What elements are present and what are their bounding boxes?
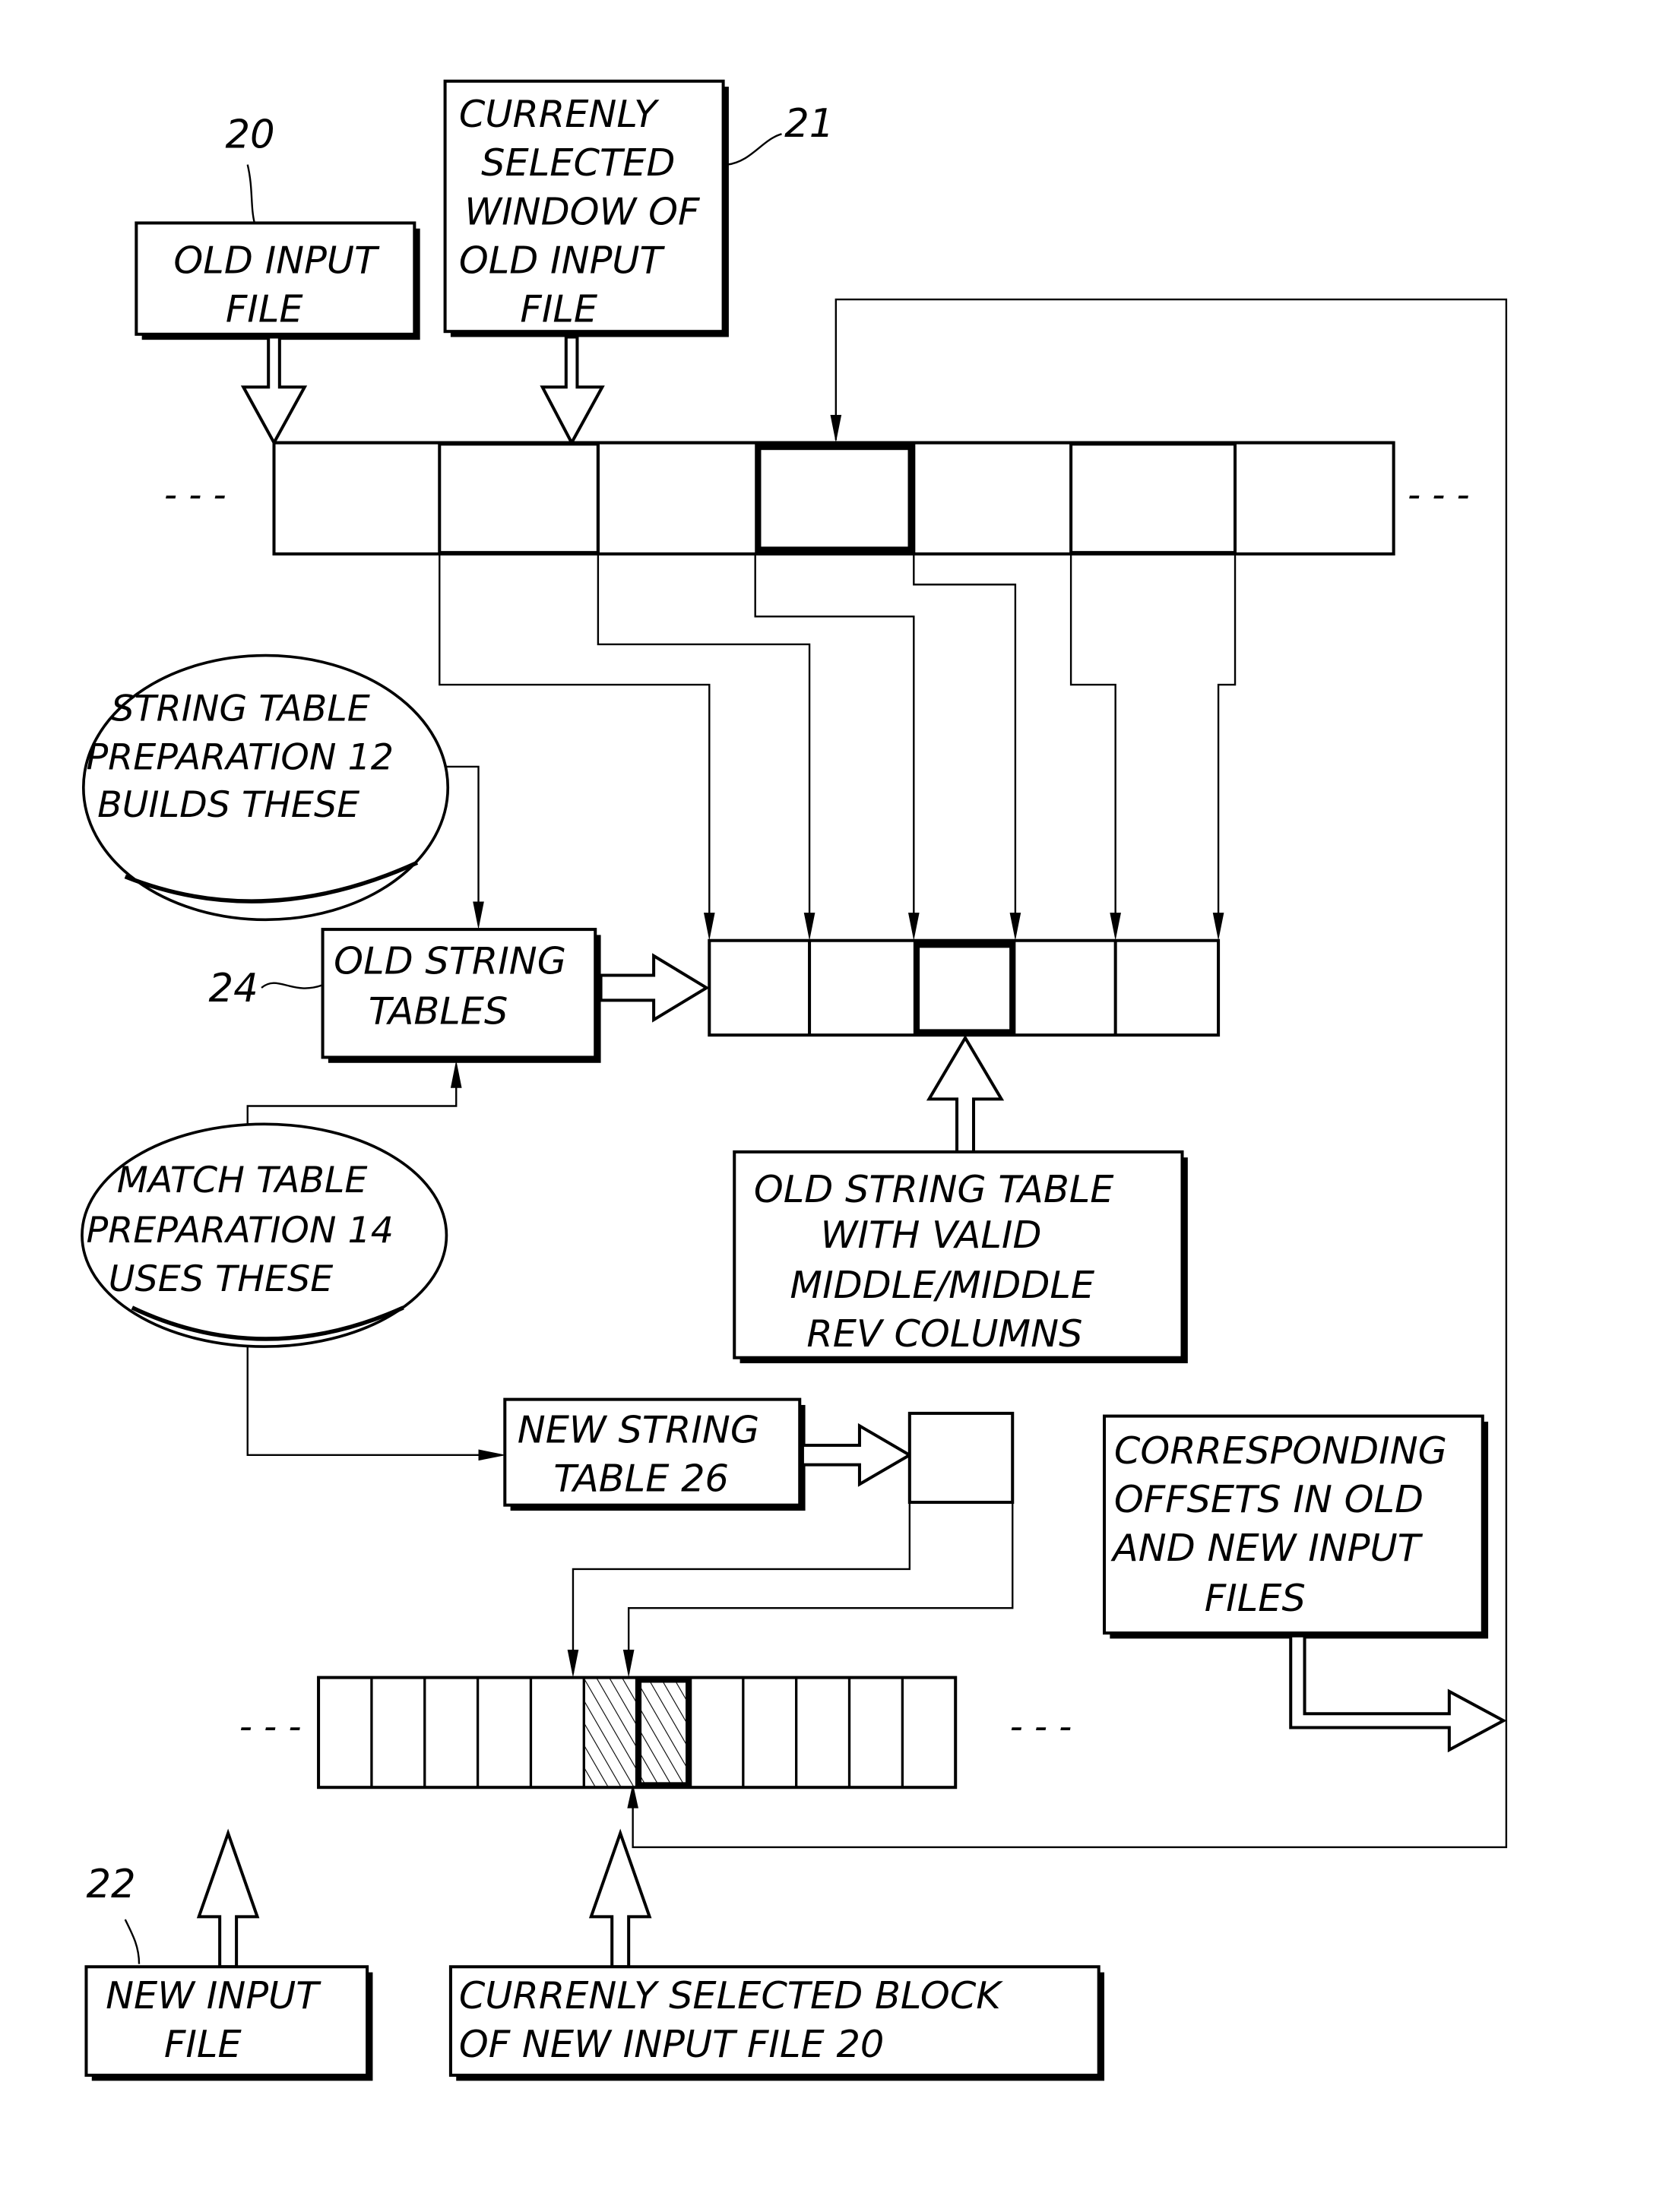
current-window-line3: WINDOW OF	[464, 189, 700, 233]
offsets-line1: CORRESPONDING	[1114, 1429, 1447, 1473]
match-table-prep-ellipse[interactable]: MATCH TABLE PREPARATION 14 USES THESE	[81, 1122, 448, 1348]
connector-line	[572, 1502, 911, 1674]
string-prep-line1: STRING TABLE	[111, 688, 369, 730]
hollow-arrow-up-icon	[196, 1828, 260, 1969]
current-window-line4: OLD INPUT	[459, 238, 666, 282]
arrow-head-icon	[703, 913, 715, 941]
new-file-cell[interactable]	[902, 1678, 955, 1788]
new-input-file-box[interactable]: NEW INPUT FILE	[84, 1965, 373, 2081]
offsets-line3: AND NEW INPUT	[1110, 1526, 1424, 1570]
new-file-cell[interactable]	[372, 1678, 425, 1788]
hollow-arrow-up-icon	[926, 1034, 1005, 1157]
hollow-arrow-right-icon	[1289, 1634, 1507, 1753]
arrow-head-icon	[803, 913, 815, 941]
arrow-head-icon	[450, 1060, 462, 1088]
continuation-right-bottom: - - -	[1010, 1706, 1072, 1748]
continuation-left-bottom: - - -	[239, 1706, 302, 1748]
new-file-cell[interactable]	[850, 1678, 903, 1788]
valid-table-line2: WITH VALID	[821, 1213, 1042, 1257]
strip-connectors	[439, 553, 1237, 941]
valid-table-line1: OLD STRING TABLE	[754, 1167, 1114, 1211]
new-file-cell[interactable]	[796, 1678, 850, 1788]
new-file-cell[interactable]	[584, 1678, 637, 1788]
hollow-arrow-down-icon	[540, 335, 605, 446]
arrow-head-icon	[1009, 913, 1021, 941]
arrow-head-icon	[1110, 913, 1121, 941]
arrow-head-icon	[478, 1449, 507, 1461]
leader-line-21	[727, 133, 782, 166]
valid-table-line4: REV COLUMNS	[806, 1312, 1082, 1356]
leader-line-24	[261, 982, 323, 989]
arrow-head-icon	[567, 1650, 579, 1678]
diagram-canvas: 20 OLD INPUT FILE CURRENLY SELECTED WIND…	[81, 79, 1508, 2081]
connector-line	[246, 1347, 499, 1457]
new-input-file-line1: NEW INPUT	[106, 1973, 321, 2017]
connector-line	[445, 765, 480, 924]
hollow-arrow-up-icon	[588, 1828, 652, 1969]
old-input-file-line2: FILE	[226, 286, 304, 331]
old-string-table-valid-box[interactable]: OLD STRING TABLE WITH VALID MIDDLE/MIDDL…	[733, 1150, 1188, 1364]
match-prep-line2: PREPARATION 14	[86, 1210, 394, 1252]
match-prep-line3: USES THESE	[109, 1258, 334, 1300]
new-input-file-line2: FILE	[164, 2022, 242, 2066]
new-string-table-line1: NEW STRING	[518, 1407, 759, 1451]
offsets-line4: FILES	[1205, 1576, 1306, 1620]
arrow-head-icon	[473, 901, 484, 930]
old-file-strip-frame	[272, 441, 1395, 556]
offsets-line2: OFFSETS IN OLD	[1114, 1477, 1424, 1521]
ref-label-22: 22	[86, 1862, 135, 1907]
hollow-arrow-right-icon	[599, 953, 710, 1023]
old-input-file-line1: OLD INPUT	[173, 238, 380, 282]
ref-label-20: 20	[225, 112, 274, 158]
arrow-head-icon	[830, 414, 842, 443]
leader-line-20	[246, 164, 256, 223]
current-block-line1: CURRENLY SELECTED BLOCK	[459, 1973, 1003, 2017]
valid-table-line3: MIDDLE/MIDDLE	[790, 1263, 1094, 1307]
continuation-left-top: - - -	[164, 474, 226, 516]
leader-line-22	[124, 1919, 141, 1964]
new-string-table-box[interactable]: NEW STRING TABLE 26	[503, 1397, 806, 1511]
string-prep-line2: PREPARATION 12	[86, 737, 394, 779]
current-block-line2: OF NEW INPUT FILE 20	[459, 2022, 884, 2066]
current-window-line1: CURRENLY	[459, 92, 660, 136]
new-string-table-line2: TABLE 26	[553, 1456, 729, 1500]
current-block-box[interactable]: CURRENLY SELECTED BLOCK OF NEW INPUT FIL…	[448, 1965, 1105, 2081]
corresponding-offsets-box[interactable]: CORRESPONDING OFFSETS IN OLD AND NEW INP…	[1103, 1414, 1489, 1639]
hollow-arrow-right-icon	[800, 1422, 913, 1487]
new-file-cell[interactable]	[318, 1678, 372, 1788]
connector-line	[246, 1065, 458, 1127]
hollow-arrow-down-icon	[240, 335, 308, 446]
new-file-strip	[317, 1676, 958, 1790]
new-string-table-entry[interactable]	[907, 1411, 1015, 1505]
new-file-cell[interactable]	[425, 1678, 478, 1788]
string-table-prep-ellipse[interactable]: STRING TABLE PREPARATION 12 BUILDS THESE	[81, 653, 450, 922]
arrow-head-icon	[1212, 913, 1224, 941]
new-file-cell[interactable]	[690, 1678, 743, 1788]
old-string-table-strip	[708, 938, 1221, 1037]
current-window-box[interactable]: CURRENLY SELECTED WINDOW OF OLD INPUT FI…	[443, 79, 729, 337]
old-string-tables-box[interactable]: OLD STRING TABLES	[321, 928, 601, 1063]
new-file-cell-hatched[interactable]	[637, 1677, 690, 1788]
arrow-head-icon	[622, 1650, 635, 1678]
old-string-tables-line1: OLD STRING	[334, 939, 566, 983]
string-prep-line3: BUILDS THESE	[97, 784, 359, 826]
match-prep-line1: MATCH TABLE	[117, 1160, 368, 1201]
arrow-head-icon	[907, 913, 920, 941]
connector-line	[627, 1502, 1014, 1674]
new-file-cell[interactable]	[478, 1678, 531, 1788]
old-file-strip	[272, 441, 1395, 556]
new-file-cell[interactable]	[743, 1678, 796, 1788]
patent-figure: 20 OLD INPUT FILE CURRENLY SELECTED WIND…	[0, 0, 1669, 2212]
old-string-tables-line2: TABLES	[369, 989, 508, 1033]
old-input-file-box[interactable]: OLD INPUT FILE	[135, 221, 420, 340]
current-window-line2: SELECTED	[481, 141, 675, 185]
continuation-right-top: - - -	[1408, 474, 1470, 516]
current-window-line5: FILE	[520, 286, 598, 331]
new-file-cell[interactable]	[530, 1678, 584, 1788]
ref-label-21: 21	[784, 101, 834, 147]
ref-label-24: 24	[208, 966, 258, 1011]
